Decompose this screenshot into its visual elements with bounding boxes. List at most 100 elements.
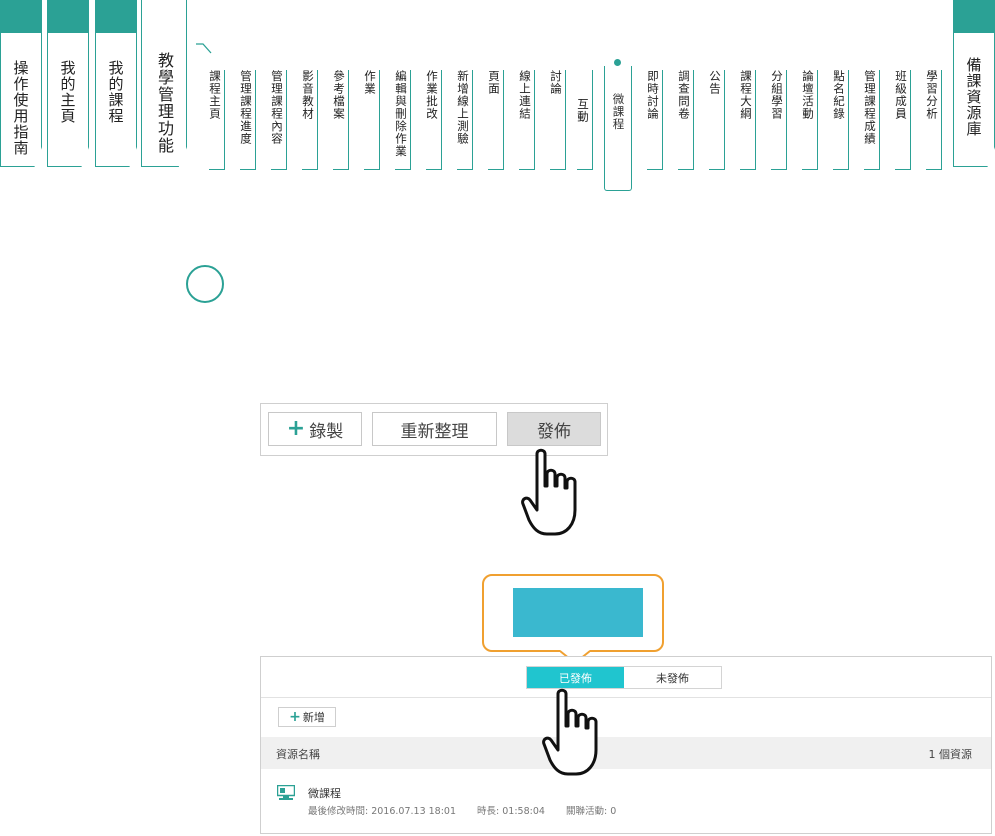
subtab-line [502, 70, 504, 170]
subtab-label: 課程主頁 [208, 70, 222, 120]
subtab-attendance[interactable]: 點名紀錄 [829, 70, 849, 170]
subtab-baseline [488, 168, 504, 170]
subtab-label: 課程大綱 [739, 70, 753, 120]
resource-item-meta: 最後修改時間: 2016.07.13 18:01 時長: 01:58:04 關聯… [308, 803, 634, 817]
subtab-live-discussion[interactable]: 即時討論 [643, 70, 663, 170]
subtab-line [785, 70, 787, 170]
subtab-baseline [647, 168, 663, 170]
subtab-label: 調查問卷 [677, 70, 691, 120]
subtab-baseline [426, 168, 442, 170]
subtab-line [723, 70, 725, 170]
plus-icon: + [289, 709, 301, 725]
subtab-label: 點名紀錄 [832, 70, 846, 120]
resource-item-title[interactable]: 微課程 [308, 785, 341, 801]
hand-pointer-icon [521, 448, 577, 536]
subtab-announcement[interactable]: 公告 [705, 70, 725, 170]
subtab-interaction[interactable]: 互動 [573, 70, 593, 170]
subtab-analytics[interactable]: 學習分析 [922, 70, 942, 170]
subtab-line [661, 70, 663, 170]
subtab-label: 班級成員 [894, 70, 908, 120]
subtab-label: 影音教材 [301, 70, 315, 120]
subtab-label: 新增線上測驗 [456, 70, 470, 145]
subtab-forum[interactable]: 論壇活動 [798, 70, 818, 170]
tab-cap [48, 0, 88, 33]
nav-tab-guide[interactable]: 操作使用指南 [0, 0, 42, 167]
subtab-label: 管理課程成績 [863, 70, 877, 145]
subtab-baseline [240, 168, 256, 170]
microcourse-icon [277, 785, 295, 800]
subtab-line [285, 70, 287, 170]
subtab-line [909, 70, 911, 170]
record-button[interactable]: + 錄製 [268, 412, 362, 446]
hand-pointer-icon [542, 688, 598, 776]
add-button-label: 新增 [302, 711, 325, 724]
subtab-files[interactable]: 參考檔案 [329, 70, 349, 170]
subtab-baseline [271, 168, 287, 170]
subtab-line [754, 70, 756, 170]
subtab-media[interactable]: 影音教材 [298, 70, 318, 170]
nav-tab-courses-label: 我的課程 [106, 60, 125, 124]
subtab-line [692, 70, 694, 170]
refresh-button-label: 重新整理 [400, 421, 469, 442]
subtab-syllabus[interactable]: 課程大綱 [736, 70, 756, 170]
list-header: 資源名稱 1 個資源 [261, 737, 991, 769]
subtab-baseline [678, 168, 694, 170]
nav-tab-resources[interactable]: 備課資源庫 [953, 0, 995, 167]
subtab-line [440, 70, 442, 170]
nav-tab-home-label: 我的主頁 [58, 60, 77, 124]
subtab-baseline [709, 168, 725, 170]
tab-cap [96, 0, 136, 33]
subtab-grades[interactable]: 管理課程成績 [860, 70, 880, 170]
tab-published[interactable]: 已發佈 [527, 667, 624, 688]
nav-tab-resources-label: 備課資源庫 [964, 57, 983, 137]
subtab-homework[interactable]: 作業 [360, 70, 380, 170]
tab-cap [1, 0, 41, 33]
subtab-course-home[interactable]: 課程主頁 [205, 70, 225, 170]
subtab-line [347, 70, 349, 170]
subtab-line [591, 70, 593, 170]
refresh-button[interactable]: 重新整理 [372, 412, 497, 446]
resource-count: 1 個資源 [928, 748, 973, 761]
subtab-baseline [771, 168, 787, 170]
subtab-baseline [333, 168, 349, 170]
nav-tab-courses[interactable]: 我的課程 [95, 0, 137, 167]
subtab-quiz[interactable]: 新增線上測驗 [453, 70, 473, 170]
subtab-baseline [364, 168, 380, 170]
subtab-line [564, 70, 566, 170]
subtab-label: 學習分析 [925, 70, 939, 120]
subtab-line [847, 70, 849, 170]
subtab-baseline [457, 168, 473, 170]
subtab-baseline [895, 168, 911, 170]
divider [261, 697, 991, 698]
subtab-label: 頁面 [487, 70, 501, 95]
subtab-groups[interactable]: 分組學習 [767, 70, 787, 170]
record-button-label: 錄製 [309, 421, 344, 442]
subtab-members[interactable]: 班級成員 [891, 70, 911, 170]
plus-icon: + [286, 416, 306, 441]
subtab-edit-homework[interactable]: 編輯與刪除作業 [391, 70, 411, 170]
subtab-label: 微課程 [611, 93, 626, 131]
publish-button[interactable]: 發佈 [507, 412, 601, 446]
subtab-page[interactable]: 頁面 [484, 70, 504, 170]
nav-tab-teaching[interactable]: 教學管理功能 [141, 0, 187, 167]
subtab-label: 編輯與刪除作業 [394, 70, 408, 158]
subtab-survey[interactable]: 調查問卷 [674, 70, 694, 170]
subtab-content[interactable]: 管理課程內容 [267, 70, 287, 170]
subtab-microcourse[interactable]: 微課程 [604, 66, 632, 191]
resource-modified: 最後修改時間: 2016.07.13 18:01 [308, 806, 457, 817]
subtab-label: 管理課程內容 [270, 70, 284, 145]
subtab-grading[interactable]: 作業批改 [422, 70, 442, 170]
tab-unpublished[interactable]: 未發佈 [624, 667, 721, 688]
subtab-line [471, 70, 473, 170]
subtab-baseline [802, 168, 818, 170]
nav-tab-guide-label: 操作使用指南 [11, 60, 30, 156]
subtab-discussion[interactable]: 討論 [546, 70, 566, 170]
add-button[interactable]: + 新增 [278, 707, 336, 727]
subtab-baseline [740, 168, 756, 170]
subtab-progress[interactable]: 管理課程進度 [236, 70, 256, 170]
nav-tab-home[interactable]: 我的主頁 [47, 0, 89, 167]
subtab-label: 討論 [549, 70, 563, 95]
subtab-baseline [302, 168, 318, 170]
subtab-label: 作業 [363, 70, 377, 95]
subtab-links[interactable]: 線上連結 [515, 70, 535, 170]
